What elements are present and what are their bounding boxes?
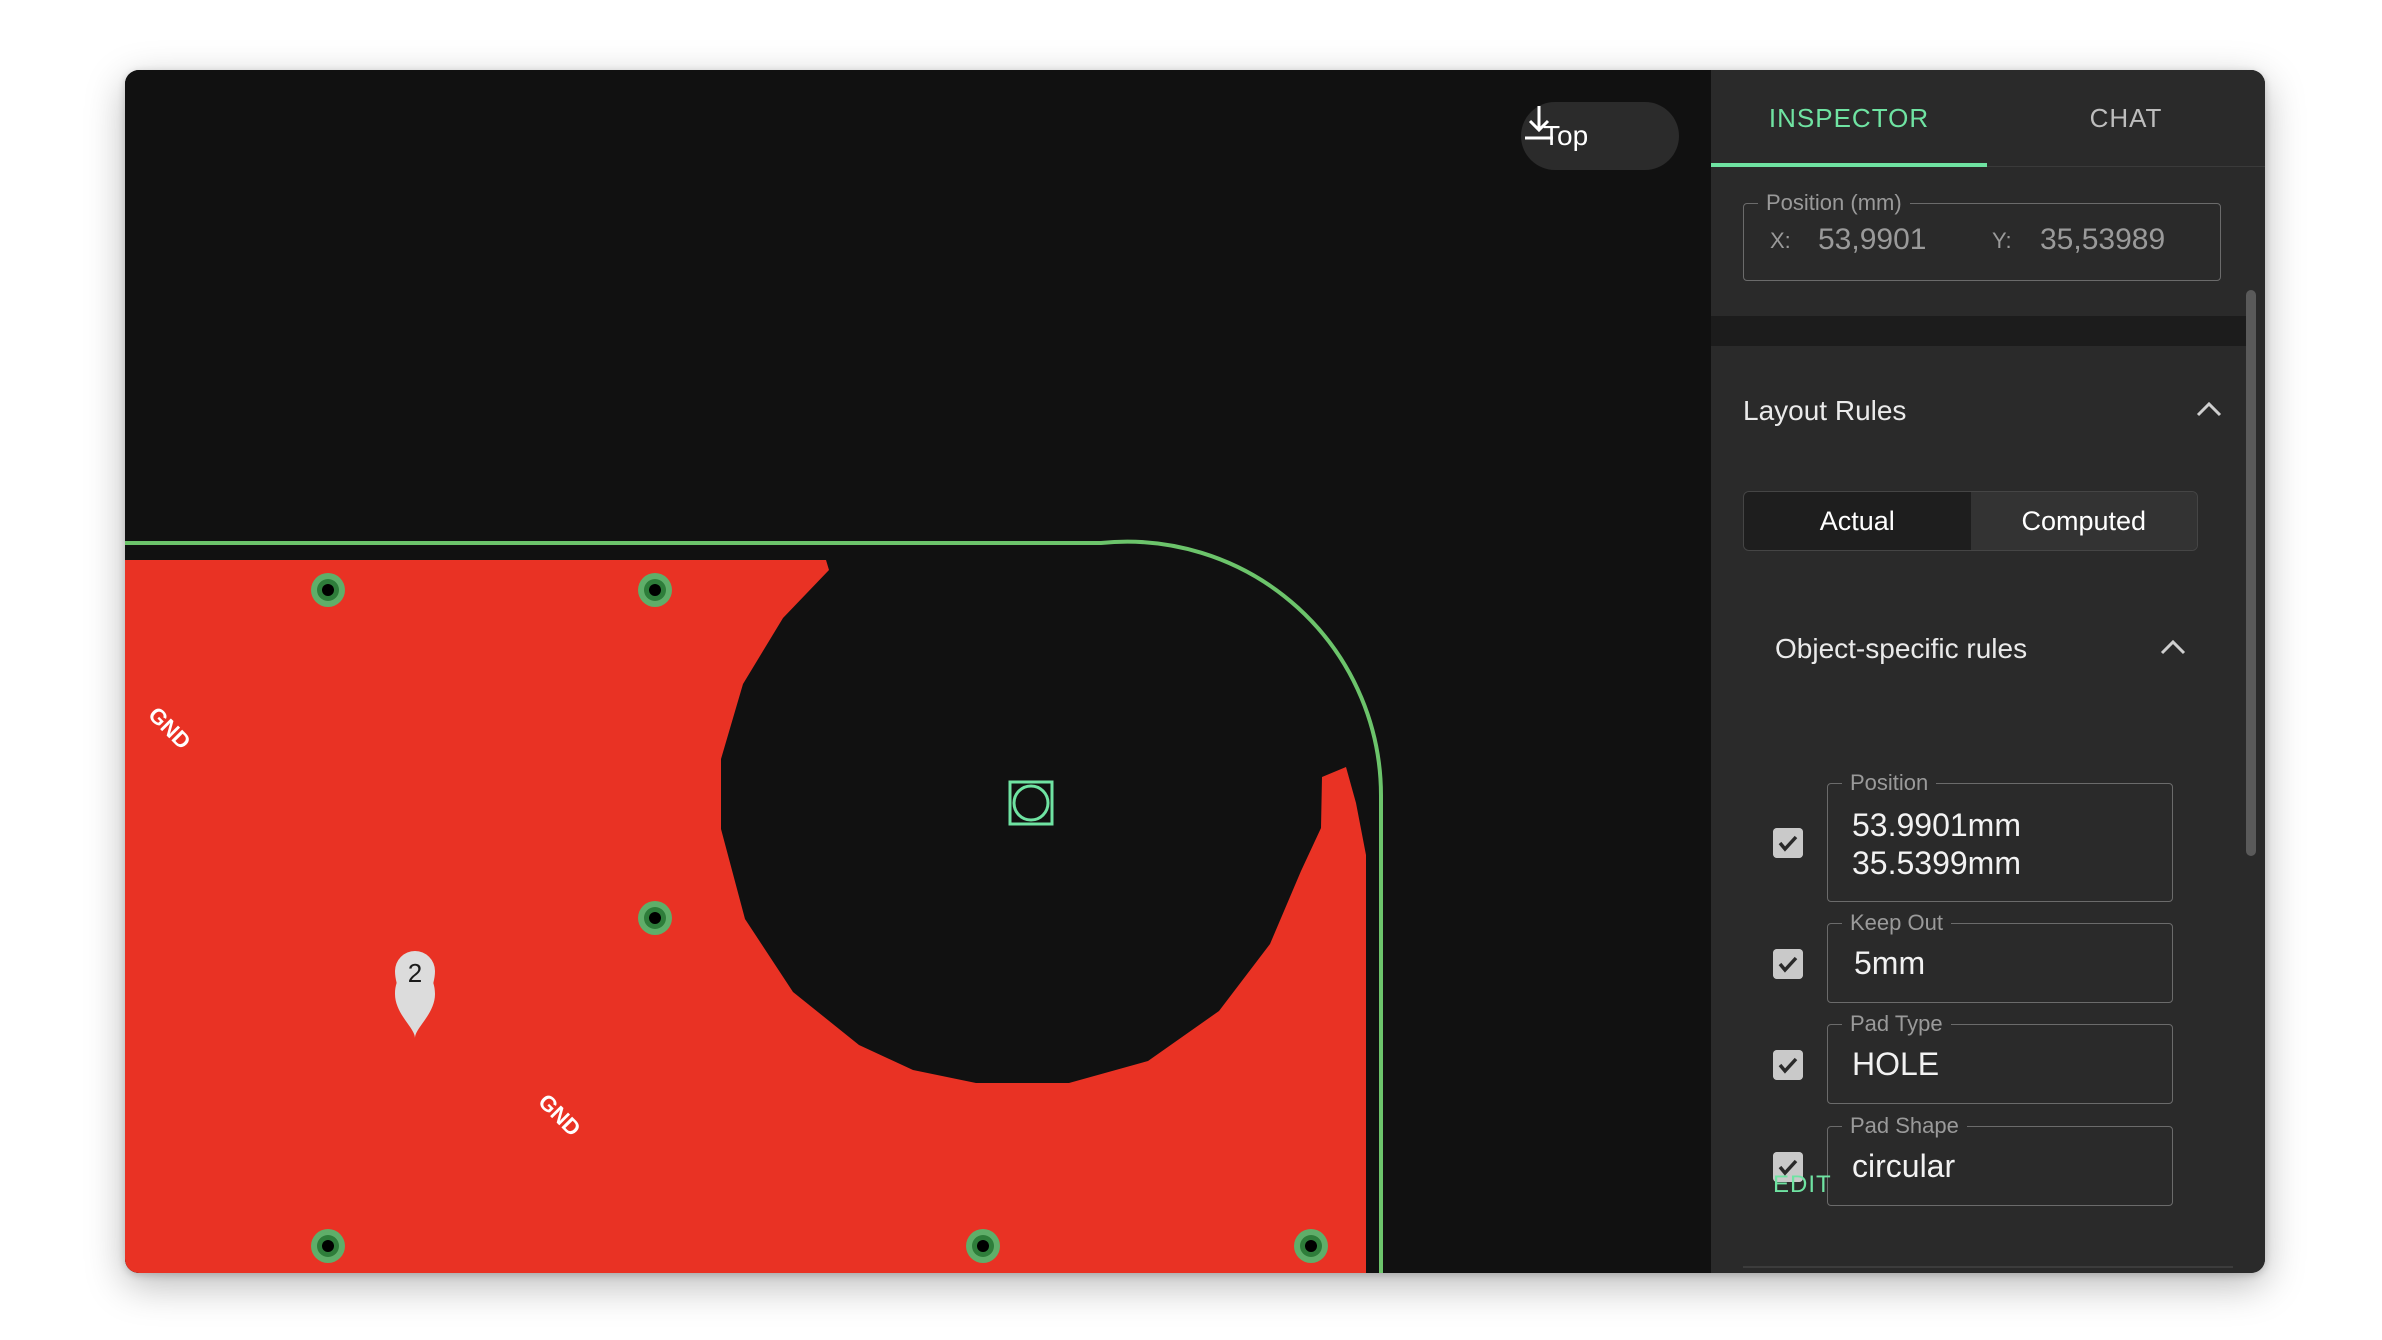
position-legend: Position (mm) xyxy=(1758,190,1910,216)
via[interactable] xyxy=(311,1229,345,1263)
panel-scrollbar[interactable] xyxy=(2246,290,2256,856)
inspector-panel: INSPECTOR CHAT Position (mm) X: 53,9901 … xyxy=(1711,70,2265,1273)
checkbox-keep-out[interactable] xyxy=(1773,949,1803,979)
rule-pad-type-value: HOLE xyxy=(1852,1046,1940,1082)
x-label: X: xyxy=(1770,228,1791,253)
rule-pad-shape-legend: Pad Shape xyxy=(1842,1113,1967,1139)
y-label: Y: xyxy=(1992,228,2012,253)
layer-toggle-button[interactable]: Top xyxy=(1521,102,1679,170)
via[interactable] xyxy=(638,573,672,607)
rule-keep-out-legend: Keep Out xyxy=(1842,910,1951,936)
tab-inspector-label: INSPECTOR xyxy=(1768,102,1930,133)
y-value-input[interactable]: 35,53989 xyxy=(2040,223,2168,257)
download-icon xyxy=(1525,106,1553,140)
active-tab-indicator xyxy=(1711,163,1987,167)
rules-mode-toggle: Actual Computed xyxy=(1743,491,2198,551)
rule-pad-shape-value: circular xyxy=(1852,1148,1956,1184)
panel-tabs: INSPECTOR CHAT xyxy=(1711,70,2265,167)
chevron-up-icon[interactable] xyxy=(2159,638,2187,656)
marker-number: 2 xyxy=(408,958,422,988)
via[interactable] xyxy=(638,901,672,935)
via[interactable] xyxy=(1294,1229,1328,1263)
edit-rules-button[interactable]: EDIT xyxy=(1773,1171,1832,1199)
rule-keep-out-field[interactable]: Keep Out 5mm xyxy=(1827,910,2173,1003)
rule-position-value-y: 35.5399mm xyxy=(1852,845,2021,881)
rule-position-legend: Position xyxy=(1842,770,1937,796)
segment-computed[interactable]: Computed xyxy=(1970,492,2197,550)
object-rules-title: Object-specific rules xyxy=(1775,633,2028,664)
rule-position-value-x: 53.9901mm xyxy=(1852,807,2021,843)
selected-hole-pad[interactable] xyxy=(1008,780,1054,826)
segment-actual-label: Actual xyxy=(1819,505,1895,536)
x-value-input[interactable]: 53,9901 xyxy=(1818,223,1948,257)
layout-rules-title: Layout Rules xyxy=(1743,395,1907,426)
pcb-canvas[interactable]: GND GND 2 Top xyxy=(125,70,1711,1273)
via[interactable] xyxy=(966,1229,1000,1263)
tab-chat-label: CHAT xyxy=(2089,102,2163,133)
tab-chat[interactable]: CHAT xyxy=(1987,70,2265,166)
checkbox-pad-type[interactable] xyxy=(1773,1050,1803,1080)
pcb-drawing[interactable]: GND GND 2 xyxy=(125,70,1711,1273)
section-divider-bottom xyxy=(1743,1266,2233,1268)
segment-actual[interactable]: Actual xyxy=(1744,492,1971,550)
segment-computed-label: Computed xyxy=(2021,505,2147,536)
rule-pad-shape-field[interactable]: Pad Shape circular xyxy=(1827,1113,2173,1206)
rule-pad-type-legend: Pad Type xyxy=(1842,1011,1951,1037)
app-window: GND GND 2 Top INSPECTOR CHAT Position (m… xyxy=(125,70,2265,1273)
section-divider xyxy=(1711,316,2246,346)
checkbox-position[interactable] xyxy=(1773,828,1803,858)
copper-pour[interactable] xyxy=(125,560,1366,1273)
via[interactable] xyxy=(311,573,345,607)
position-field[interactable]: Position (mm) X: 53,9901 Y: 35,53989 xyxy=(1743,190,2221,281)
rule-pad-type-field[interactable]: Pad Type HOLE xyxy=(1827,1011,2173,1104)
rule-keep-out-value: 5mm xyxy=(1854,945,1926,981)
chevron-up-icon[interactable] xyxy=(2195,400,2223,418)
rule-position-field[interactable]: Position 53.9901mm 35.5399mm xyxy=(1827,770,2173,902)
tab-inspector[interactable]: INSPECTOR xyxy=(1711,70,1987,166)
